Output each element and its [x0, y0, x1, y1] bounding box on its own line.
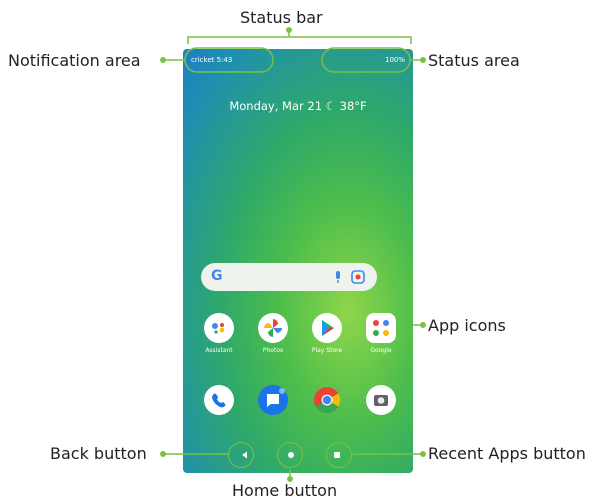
- phone-screen: cricket 5:43 100% Monday, Mar 21 ☾ 38°F …: [183, 49, 413, 473]
- notification-area-label: Notification area: [8, 51, 141, 70]
- chrome-icon: [312, 385, 342, 415]
- back-button-label: Back button: [50, 444, 147, 463]
- phone-icon: [204, 385, 234, 415]
- home-button[interactable]: [277, 442, 303, 468]
- dock-messages[interactable]: [247, 385, 299, 415]
- status-bar-label: Status bar: [240, 8, 323, 27]
- mic-icon[interactable]: [333, 271, 343, 284]
- status-bar: cricket 5:43 100%: [183, 49, 413, 71]
- status-text: 100%: [384, 56, 405, 64]
- app-play-store[interactable]: Play Store: [301, 313, 353, 354]
- home-button-label: Home button: [232, 481, 338, 500]
- dock-phone[interactable]: [193, 385, 245, 415]
- app-label: Assistant: [205, 347, 233, 354]
- app-label: Play Store: [311, 347, 343, 354]
- dock-camera[interactable]: [355, 385, 407, 415]
- recent-apps-button[interactable]: [326, 442, 352, 468]
- play-store-icon: [312, 313, 342, 343]
- app-label: Google: [370, 347, 392, 354]
- app-photos[interactable]: Photos: [247, 313, 299, 354]
- photos-icon: [258, 313, 288, 343]
- app-google-folder[interactable]: Google: [355, 313, 407, 354]
- app-assistant[interactable]: Assistant: [193, 313, 245, 354]
- lens-icon[interactable]: [351, 270, 365, 284]
- app-label: Photos: [262, 347, 284, 354]
- search-bar[interactable]: G: [201, 263, 377, 291]
- app-icons-label: App icons: [428, 316, 506, 335]
- dock-chrome[interactable]: [301, 385, 353, 415]
- back-button[interactable]: [228, 442, 254, 468]
- recent-apps-button-label: Recent Apps button: [428, 444, 586, 463]
- status-area-label: Status area: [428, 51, 520, 70]
- camera-icon: [366, 385, 396, 415]
- assistant-icon: [204, 313, 234, 343]
- notification-text: cricket 5:43: [191, 56, 233, 64]
- google-folder-icon: [366, 313, 396, 343]
- date-weather: Monday, Mar 21 ☾ 38°F: [229, 99, 367, 113]
- messages-icon: [258, 385, 288, 415]
- google-logo: G: [211, 268, 223, 284]
